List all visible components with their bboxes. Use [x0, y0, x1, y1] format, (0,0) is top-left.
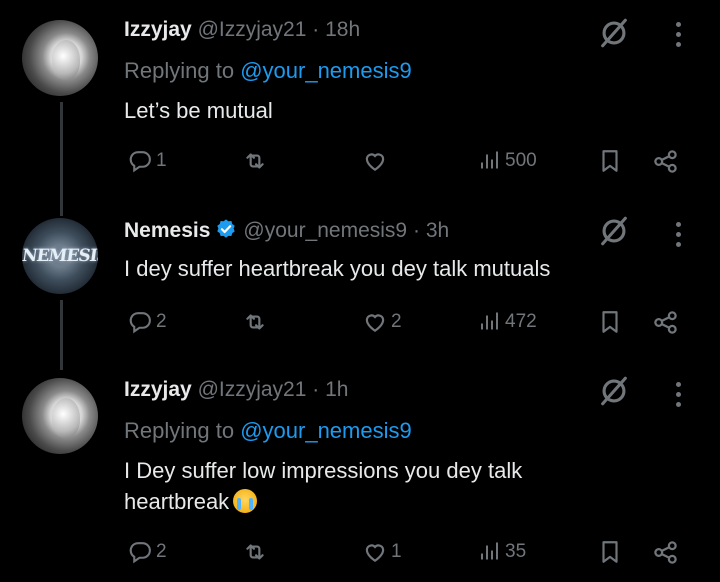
tweet-1[interactable]: Izzyjay @Izzyjay21 · 18h Replying to @yo…: [0, 0, 720, 200]
loudly-crying-face-emoji: [233, 489, 258, 513]
reply-count: 1: [156, 149, 167, 171]
share-icon: [652, 309, 679, 336]
verified-badge-icon: [217, 219, 236, 238]
replying-to: Replying to @your_nemesis9: [124, 58, 412, 84]
timestamp[interactable]: 3h: [426, 219, 449, 242]
bookmark-icon: [597, 148, 623, 174]
replying-to-handle[interactable]: @your_nemesis9: [240, 418, 412, 443]
views-icon: [478, 309, 502, 334]
more-icon[interactable]: [676, 222, 682, 252]
handle[interactable]: @your_nemesis9: [243, 219, 407, 242]
reply-icon: [128, 539, 153, 564]
retweet-icon: [242, 309, 268, 335]
tweet-text-line: heartbreak: [124, 486, 522, 517]
share-button[interactable]: [652, 309, 679, 336]
like-button[interactable]: 2: [362, 309, 402, 335]
tweet-header: Nemesis @your_nemesis9 · 3h: [124, 218, 449, 243]
like-count: 2: [391, 311, 402, 332]
replying-to: Replying to @your_nemesis9: [124, 418, 412, 444]
tweet-header: Izzyjay @Izzyjay21 · 18h: [124, 18, 360, 42]
share-icon: [652, 148, 679, 175]
avatar-logo-text: NEMESIS: [22, 246, 98, 266]
reply-count: 2: [156, 540, 167, 562]
tweet-text-line: I Dey suffer low impressions you dey tal…: [124, 458, 523, 483]
bookmark-button[interactable]: [597, 148, 623, 174]
reply-icon: [128, 309, 153, 334]
separator: ·: [312, 378, 320, 401]
bookmark-button[interactable]: [597, 539, 623, 565]
grok-icon[interactable]: [597, 374, 631, 408]
retweet-button[interactable]: [242, 309, 271, 335]
retweet-icon: [242, 539, 268, 565]
display-name[interactable]: Izzyjay: [124, 378, 192, 401]
like-icon: [362, 309, 388, 335]
share-button[interactable]: [652, 148, 679, 175]
like-button[interactable]: [362, 148, 391, 174]
handle[interactable]: @Izzyjay21: [198, 18, 307, 41]
views-icon: [478, 148, 502, 173]
handle[interactable]: @Izzyjay21: [198, 378, 307, 401]
replying-to-label: Replying to: [124, 418, 235, 443]
share-icon: [652, 539, 679, 566]
separator: ·: [412, 219, 420, 242]
avatar[interactable]: [22, 20, 98, 96]
views-button[interactable]: 500: [478, 148, 537, 173]
like-icon: [362, 148, 388, 174]
replying-to-label: Replying to: [124, 58, 235, 83]
reply-button[interactable]: 1: [128, 148, 167, 173]
tweet-header: Izzyjay @Izzyjay21 · 1h: [124, 378, 348, 402]
retweet-button[interactable]: [242, 148, 271, 174]
tweet-3[interactable]: Izzyjay @Izzyjay21 · 1h Replying to @you…: [0, 360, 720, 582]
views-button[interactable]: 472: [478, 309, 537, 334]
reply-button[interactable]: 2: [128, 539, 167, 564]
reply-button[interactable]: 2: [128, 309, 167, 334]
bookmark-button[interactable]: [597, 309, 623, 335]
like-icon: [362, 539, 388, 565]
views-button[interactable]: 35: [478, 539, 526, 564]
grok-icon[interactable]: [597, 16, 631, 50]
bookmark-icon: [597, 539, 623, 565]
like-button[interactable]: 1: [362, 539, 402, 565]
display-name[interactable]: Izzyjay: [124, 18, 192, 41]
timestamp[interactable]: 1h: [325, 378, 348, 401]
tweet-text-word: heartbreak: [124, 489, 230, 514]
share-button[interactable]: [652, 539, 679, 566]
views-count: 35: [505, 540, 527, 562]
reply-count: 2: [156, 310, 167, 332]
timestamp[interactable]: 18h: [325, 18, 360, 41]
views-icon: [478, 539, 502, 564]
more-icon[interactable]: [676, 382, 682, 412]
views-count: 500: [505, 149, 537, 171]
retweet-button[interactable]: [242, 539, 271, 565]
replying-to-handle[interactable]: @your_nemesis9: [240, 58, 412, 83]
tweet-2[interactable]: NEMESIS Nemesis @your_nemesis9 · 3h I dey…: [0, 200, 720, 360]
tweet-text: I Dey suffer low impressions you dey tal…: [124, 455, 522, 517]
retweet-icon: [242, 148, 268, 174]
display-name[interactable]: Nemesis: [124, 219, 210, 242]
tweet-text: Let’s be mutual: [124, 98, 273, 123]
views-count: 472: [505, 310, 537, 332]
separator: ·: [312, 18, 320, 41]
avatar[interactable]: [22, 378, 98, 454]
tweet-text: I dey suffer heartbreak you dey talk mut…: [124, 256, 551, 281]
reply-icon: [128, 148, 153, 173]
more-icon[interactable]: [676, 22, 682, 52]
avatar[interactable]: NEMESIS: [22, 218, 98, 294]
grok-icon[interactable]: [597, 214, 631, 248]
like-count: 1: [391, 541, 402, 562]
bookmark-icon: [597, 309, 623, 335]
